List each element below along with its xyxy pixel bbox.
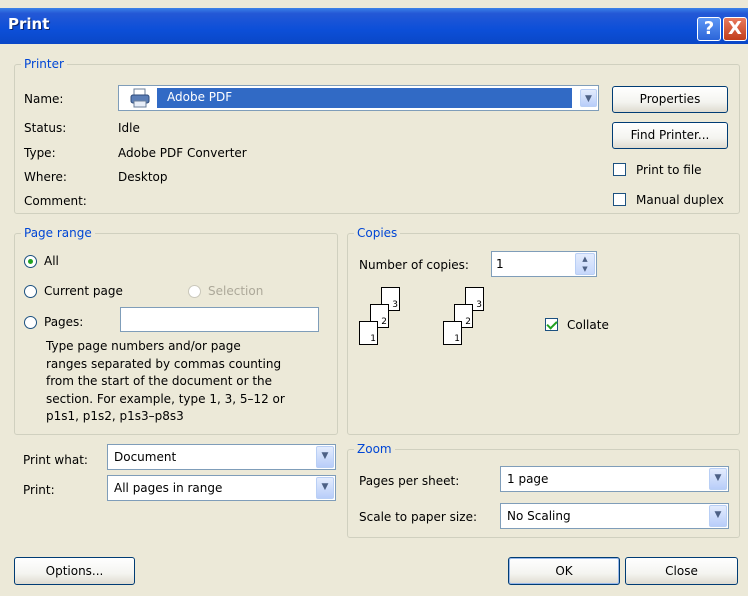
pages-label: Pages: xyxy=(44,315,84,329)
help-line: ranges separated by commas counting xyxy=(46,356,282,371)
all-pages-radio[interactable] xyxy=(24,255,37,268)
print-value: All pages in range xyxy=(114,481,223,495)
chevron-down-icon[interactable]: ▼ xyxy=(580,89,597,107)
ok-button[interactable]: OK xyxy=(508,557,620,585)
collate-illustration-uncollated: 3 2 1 xyxy=(358,287,408,362)
number-of-copies-label: Number of copies: xyxy=(359,258,469,272)
pages-per-sheet-select[interactable]: 1 page ▼ xyxy=(500,466,729,492)
selection-label: Selection xyxy=(208,284,264,298)
chevron-down-icon[interactable]: ▼ xyxy=(709,505,727,527)
printer-name-label: Name: xyxy=(24,92,64,106)
page-icon: 1 xyxy=(359,321,378,345)
collate-label: Collate xyxy=(567,318,609,332)
spin-up-icon[interactable]: ▲ xyxy=(576,254,594,264)
help-icon: ? xyxy=(703,18,715,39)
find-printer-button[interactable]: Find Printer... xyxy=(612,122,728,149)
print-what-select[interactable]: Document ▼ xyxy=(107,444,336,470)
printer-comment-label: Comment: xyxy=(24,194,87,208)
page-icon: 1 xyxy=(443,321,462,345)
help-line: from the start of the document or the xyxy=(46,374,273,388)
printer-name-select[interactable]: Adobe PDF ▼ xyxy=(118,85,599,111)
copies-spinner[interactable]: ▲ ▼ xyxy=(575,253,595,275)
chevron-down-icon[interactable]: ▼ xyxy=(316,477,334,499)
printer-where-value: Desktop xyxy=(118,170,168,184)
selection-radio[interactable] xyxy=(188,285,201,298)
properties-button[interactable]: Properties xyxy=(612,86,728,113)
print-to-file-label: Print to file xyxy=(636,163,702,177)
current-page-radio[interactable] xyxy=(24,285,37,298)
print-to-file-checkbox[interactable] xyxy=(613,163,626,176)
print-select[interactable]: All pages in range ▼ xyxy=(107,475,336,501)
manual-duplex-label: Manual duplex xyxy=(636,193,724,207)
help-line: section. For example, type 1, 3, 5–12 or xyxy=(46,391,285,406)
spin-down-icon[interactable]: ▼ xyxy=(576,264,594,274)
printer-type-label: Type: xyxy=(24,146,56,160)
chevron-down-icon[interactable]: ▼ xyxy=(709,468,727,490)
scale-to-paper-size-select[interactable]: No Scaling ▼ xyxy=(500,503,729,529)
printer-type-value: Adobe PDF Converter xyxy=(118,146,247,160)
printer-where-label: Where: xyxy=(24,170,67,184)
dialog-title: Print xyxy=(8,15,50,33)
pages-radio[interactable] xyxy=(24,316,37,329)
printer-status-value: Idle xyxy=(118,121,140,135)
printer-name-value: Adobe PDF xyxy=(167,90,233,104)
zoom-legend: Zoom xyxy=(354,442,395,456)
close-window-button[interactable]: X xyxy=(723,17,747,41)
number-of-copies-value: 1 xyxy=(496,257,504,271)
help-line: p1s1, p1s2, p1s3–p8s3 xyxy=(46,409,184,423)
collate-checkbox[interactable] xyxy=(545,318,558,331)
options-button[interactable]: Options... xyxy=(14,557,135,585)
print-label: Print: xyxy=(23,483,55,497)
chevron-down-icon[interactable]: ▼ xyxy=(316,446,334,468)
printer-legend: Printer xyxy=(21,57,67,71)
print-what-value: Document xyxy=(114,450,177,464)
copies-legend: Copies xyxy=(354,226,401,240)
scale-to-paper-size-value: No Scaling xyxy=(507,509,571,523)
close-button[interactable]: Close xyxy=(625,557,738,585)
print-dialog: Print ? X Printer Name: Adobe PDF ▼ Stat… xyxy=(0,0,748,596)
collate-illustration-collated: 3 2 1 xyxy=(442,287,492,362)
current-page-label: Current page xyxy=(44,284,123,298)
printer-icon xyxy=(129,88,151,108)
manual-duplex-checkbox[interactable] xyxy=(613,193,626,206)
pages-per-sheet-value: 1 page xyxy=(507,472,549,486)
page-range-help-text: Type page numbers and/or page ranges sep… xyxy=(46,338,331,426)
close-icon: X xyxy=(728,18,742,39)
all-pages-label: All xyxy=(44,254,59,268)
scale-to-paper-size-label: Scale to paper size: xyxy=(359,510,477,524)
help-button[interactable]: ? xyxy=(697,17,721,41)
page-range-legend: Page range xyxy=(21,226,95,240)
print-what-label: Print what: xyxy=(23,453,88,467)
title-bar[interactable]: Print ? X xyxy=(0,8,748,44)
pages-input[interactable] xyxy=(120,307,319,332)
help-line: Type page numbers and/or page xyxy=(46,339,241,353)
printer-status-label: Status: xyxy=(24,121,67,135)
pages-per-sheet-label: Pages per sheet: xyxy=(359,474,460,488)
number-of-copies-input[interactable]: 1 ▲ ▼ xyxy=(491,251,597,277)
